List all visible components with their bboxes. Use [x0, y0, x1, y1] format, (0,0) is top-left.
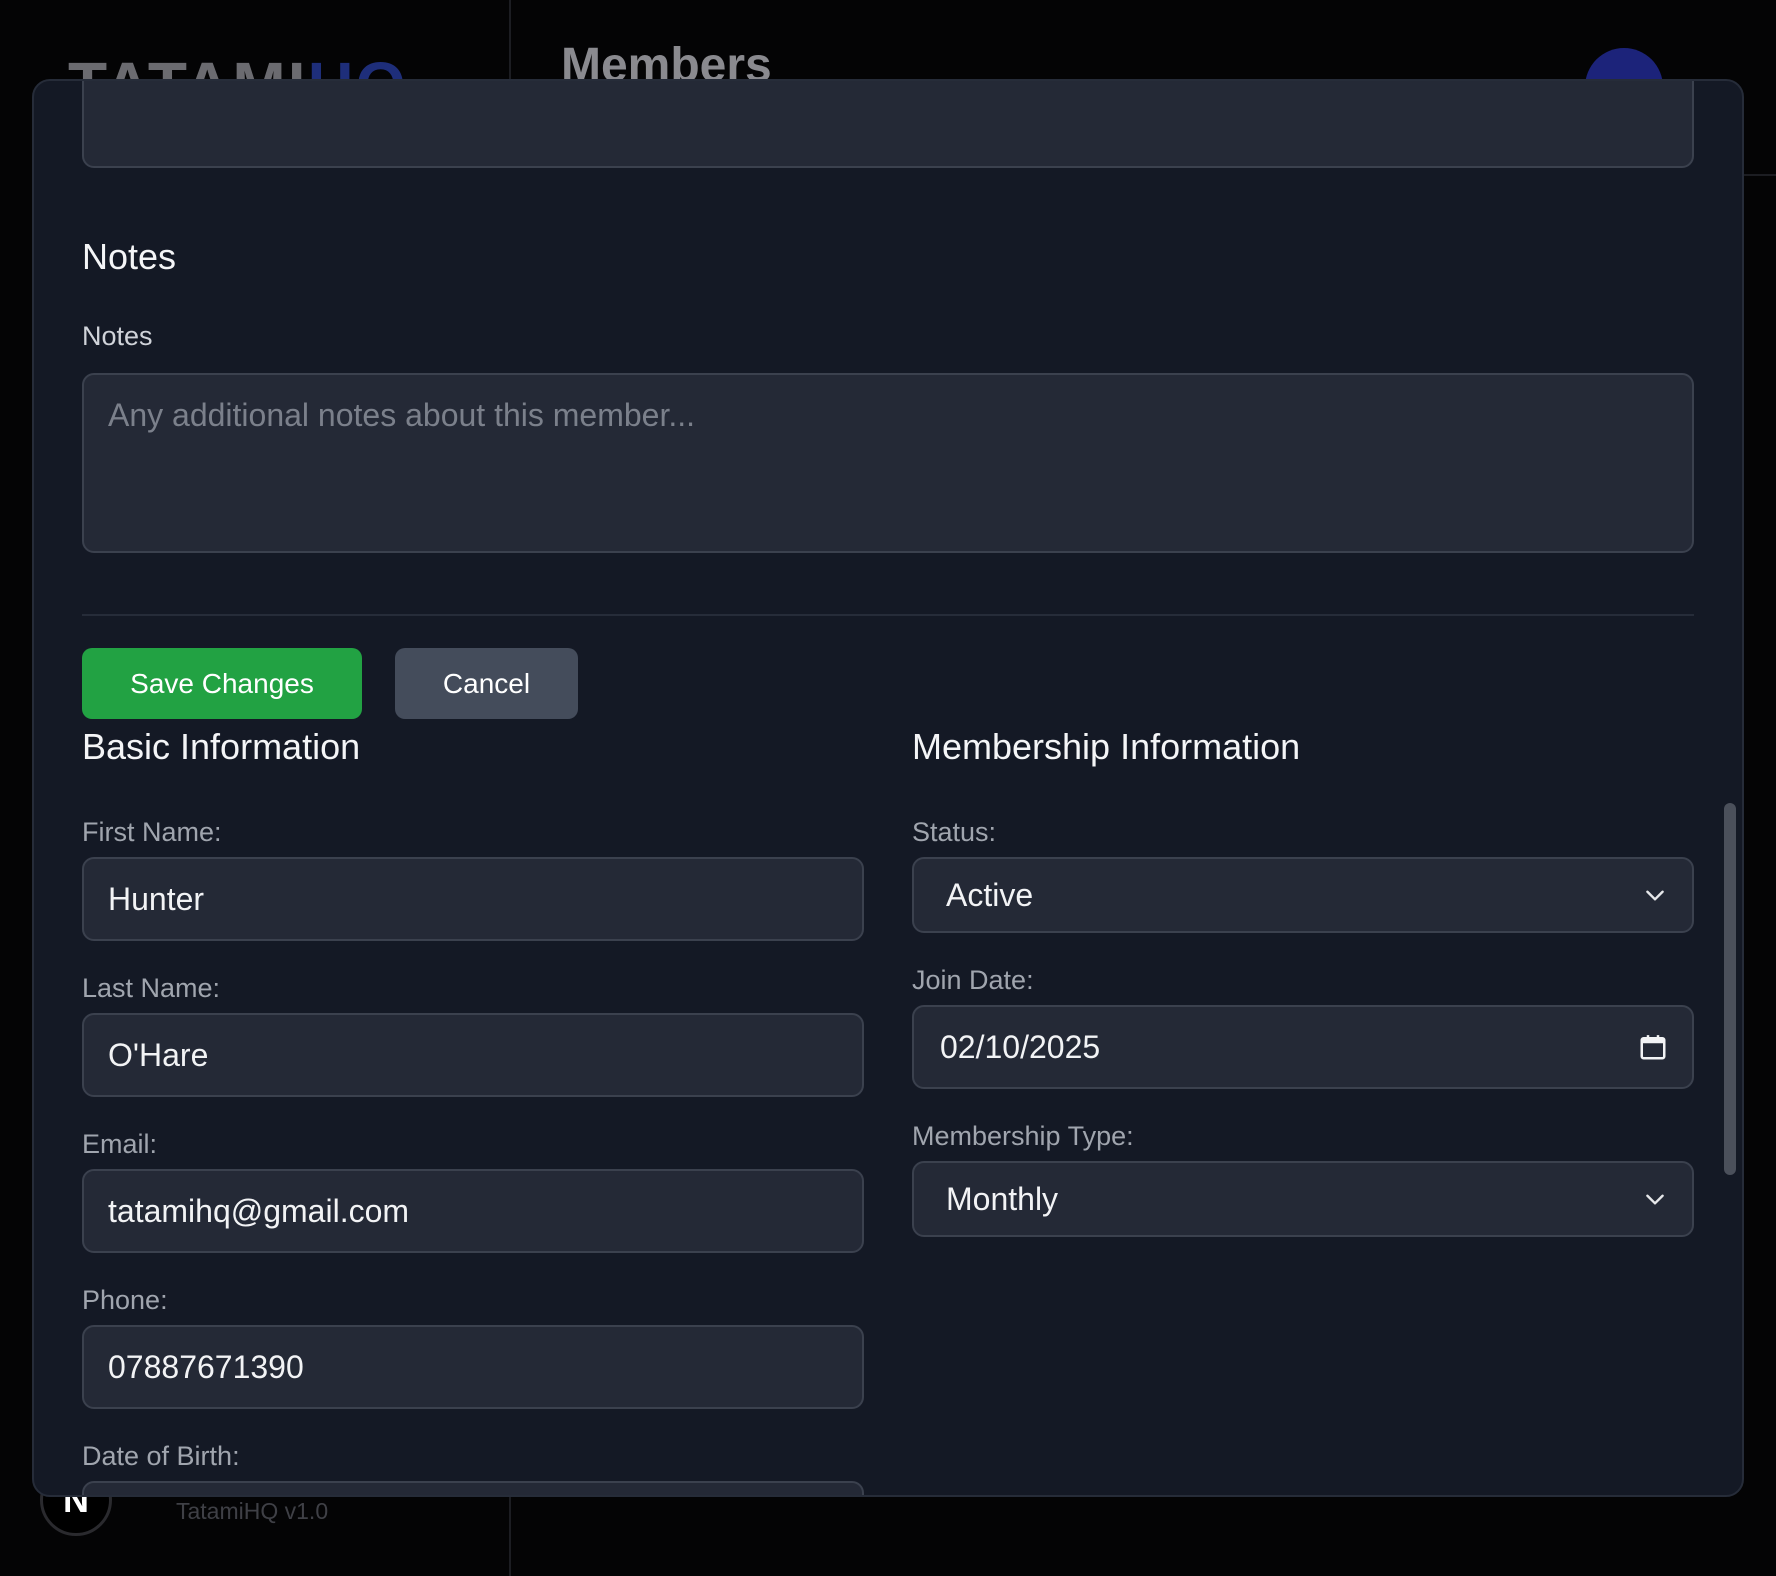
- notes-label: Notes: [82, 321, 153, 351]
- last-name-label: Last Name:: [82, 973, 221, 1003]
- email-label: Email:: [82, 1129, 158, 1159]
- save-changes-button[interactable]: Save Changes: [82, 648, 362, 719]
- date-of-birth-label: Date of Birth:: [82, 1441, 240, 1471]
- date-of-birth-input[interactable]: [82, 1481, 864, 1495]
- last-name-input[interactable]: O'Hare: [82, 1013, 864, 1097]
- divider: [82, 614, 1694, 616]
- status-select-value: Active: [946, 876, 1034, 913]
- version-label: TatamiHQ v1.0: [176, 1498, 329, 1524]
- phone-input[interactable]: 07887671390: [82, 1325, 864, 1409]
- membership-type-value: Monthly: [946, 1180, 1059, 1217]
- edit-member-modal: Notes Notes Any additional notes about t…: [32, 79, 1744, 1497]
- status-select[interactable]: Active: [912, 857, 1694, 933]
- chevron-down-icon: [1646, 1194, 1664, 1205]
- phone-label: Phone:: [82, 1285, 168, 1315]
- first-name-label: First Name:: [82, 817, 222, 847]
- membership-type-label: Membership Type:: [912, 1121, 1134, 1151]
- membership-information-heading: Membership Information: [912, 726, 1301, 767]
- modal-scrollbar[interactable]: [1724, 803, 1736, 1175]
- notes-section-heading: Notes: [82, 236, 177, 277]
- join-date-value: 02/10/2025: [940, 1028, 1101, 1065]
- join-date-input[interactable]: 02/10/2025: [912, 1005, 1694, 1089]
- join-date-label: Join Date:: [912, 965, 1034, 995]
- membership-type-select[interactable]: Monthly: [912, 1161, 1694, 1237]
- email-input[interactable]: tatamihq@gmail.com: [82, 1169, 864, 1253]
- calendar-icon[interactable]: [1638, 1032, 1668, 1062]
- first-name-input[interactable]: Hunter: [82, 857, 864, 941]
- address-textarea[interactable]: [82, 81, 1694, 168]
- cancel-button[interactable]: Cancel: [395, 648, 578, 719]
- chevron-down-icon: [1646, 890, 1664, 901]
- basic-information-heading: Basic Information: [82, 726, 361, 767]
- status-label: Status:: [912, 817, 997, 847]
- notes-textarea[interactable]: Any additional notes about this member..…: [82, 373, 1694, 553]
